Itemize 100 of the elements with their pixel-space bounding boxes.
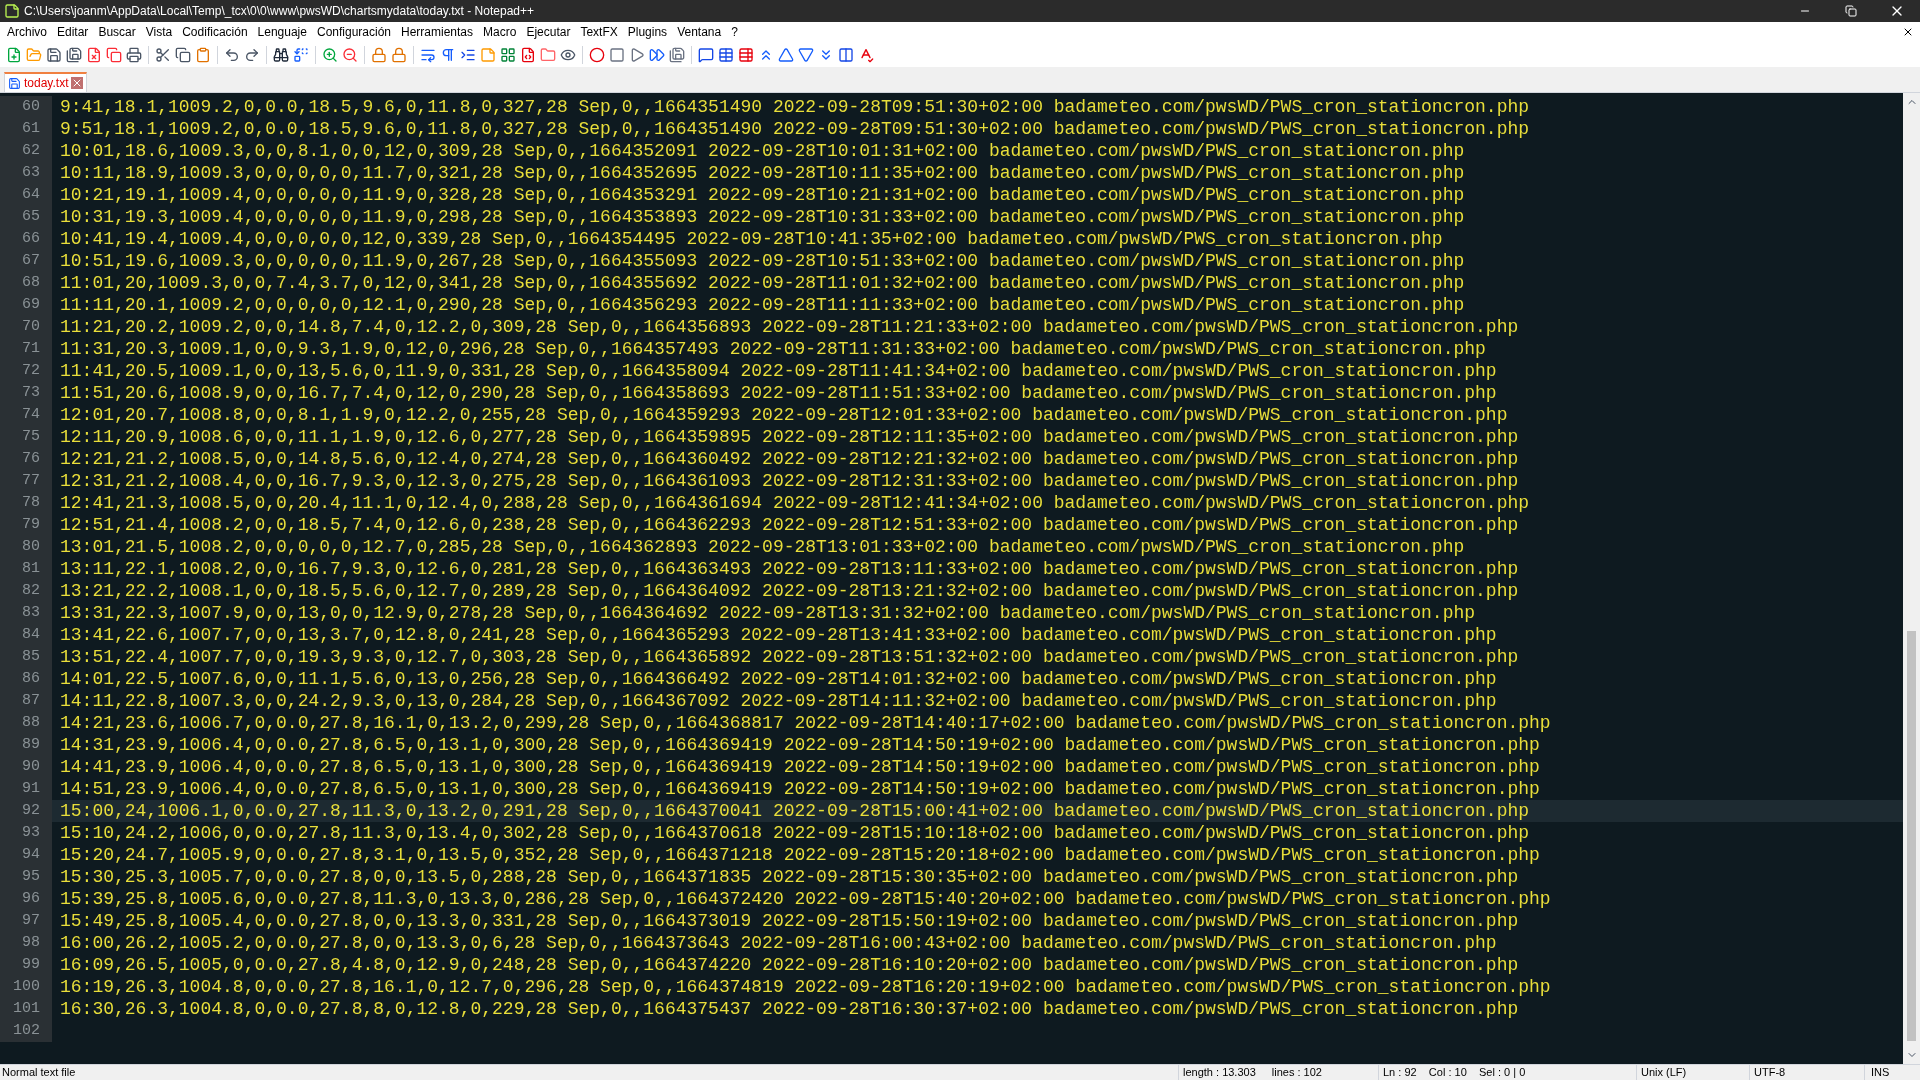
line-number: 93 (0, 822, 52, 844)
code-line: 14:41,23.9,1006.4,0,0.0,27.8,6.5,0,13.1,0,300,28 Sep,0,,1664369419 2022-09-28T14:50:19+02:00 badameteo.com/pwsWD/PWS_cron_stationcron.php (59, 756, 1540, 778)
pilcrow-icon[interactable] (440, 46, 456, 63)
close-all-icon[interactable] (106, 46, 122, 63)
close-document-icon[interactable] (1902, 26, 1914, 38)
code-line: 10:51,19.6,1009.3,0,0,0,0,0,11.9,0,267,28 Sep,0,,1664355093 2022-09-28T10:51:33+02:00 badameteo.com/pwsWD/PWS_cron_stationcron.php (59, 250, 1465, 272)
menu-item[interactable]: Lenguaje (252, 23, 312, 41)
line-number: 86 (0, 668, 52, 690)
save-all-icon[interactable] (66, 46, 82, 63)
down-triangle-icon[interactable] (798, 46, 814, 63)
code-line: 14:31,23.9,1006.4,0,0.0,27.8,6.5,0,13.1,0,300,28 Sep,0,,1664369419 2022-09-28T14:50:19+02:00 badameteo.com/pwsWD/PWS_cron_stationcron.php (59, 734, 1540, 756)
code-line: 14:21,23.6,1006.7,0,0.0,27.8,16.1,0,13.2,0,299,28 Sep,0,,1664368817 2022-09-28T14:40:17+02:00 badameteo.com/pwsWD/PWS_cron_stationcron.php (59, 712, 1551, 734)
code-line: 10:21,19.1,1009.4,0,0,0,0,0,11.9,0,328,28 Sep,0,,1664353291 2022-09-28T10:21:31+02:00 badameteo.com/pwsWD/PWS_cron_stationcron.php (59, 184, 1465, 206)
menu-item[interactable]: Ejecutar (521, 23, 576, 41)
lock-icon[interactable] (371, 46, 387, 63)
line-number: 81 (0, 558, 52, 580)
code-line: 14:11,22.8,1007.3,0,0,24.2,9.3,0,13,0,284,28 Sep,0,,1664367092 2022-09-28T14:11:32+02:00 badameteo.com/pwsWD/PWS_cron_stationcron.php (59, 690, 1497, 712)
code-line: 12:11,20.9,1008.6,0,0,11.1,1.9,0,12.6,0,277,28 Sep,0,,1664359895 2022-09-28T12:11:35+02:00 badameteo.com/pwsWD/PWS_cron_stationcron.php (59, 426, 1519, 448)
line-number: 70 (0, 316, 52, 338)
code-line: 13:11,22.1,1008.2,0,0,16.7,9.3,0,12.6,0,281,28 Sep,0,,1664363493 2022-09-28T13:11:33+02:00 badameteo.com/pwsWD/PWS_cron_stationcron.php (59, 558, 1519, 580)
line-number: 60 (0, 96, 52, 118)
close-icon[interactable] (71, 77, 84, 89)
menu-item[interactable]: ? (726, 23, 743, 41)
file-type: Normal text file (2, 1066, 76, 1079)
menu-item[interactable]: Ventana (672, 23, 727, 41)
line-number: 85 (0, 646, 52, 668)
code-line: 16:19,26.3,1004.8,0,0.0,27.8,16.1,0,12.7,0,296,28 Sep,0,,1664374819 2022-09-28T16:20:19+02:00 badameteo.com/pwsWD/PWS_cron_stationcron.php (59, 976, 1551, 998)
menu-item[interactable]: TextFX (575, 23, 623, 41)
map-icon[interactable] (500, 46, 516, 63)
table-icon[interactable] (738, 46, 754, 63)
menu-item[interactable]: Configuración (311, 23, 396, 41)
line-number: 63 (0, 162, 52, 184)
encoding: UTF-8 (1754, 1066, 1786, 1079)
code-line: 15:30,25.3,1005.7,0,0.0,27.8,0,0,13.5,0,288,28 Sep,0,,1664371835 2022-09-28T15:30:35+02:00 badameteo.com/pwsWD/PWS_cron_stationcron.php (59, 866, 1519, 888)
code-line: 15:00,24,1006.1,0,0.0,27.8,11.3,0,13.2,0,291,28 Sep,0,,1664370041 2022-09-28T15:00:41+02:00 badameteo.com/pwsWD/PWS_cron_stationcron.php (59, 800, 1530, 822)
cursor-position: Ln : 92 Col : 10 Sel : 0 | 0 (1383, 1066, 1526, 1079)
line-number: 87 (0, 690, 52, 712)
record-icon[interactable] (589, 46, 605, 63)
paste-icon[interactable] (195, 46, 211, 63)
menu-item[interactable]: Herramientas (396, 23, 479, 41)
code-line: 13:21,22.2,1008.1,0,0,18.5,5.6,0,12.7,0,289,28 Sep,0,,1664364092 2022-09-28T13:21:32+02:00 badameteo.com/pwsWD/PWS_cron_stationcron.php (59, 580, 1519, 602)
save-icon[interactable] (46, 46, 62, 63)
menu-item[interactable]: Buscar (93, 23, 141, 41)
save-icon (8, 76, 21, 90)
menu-item[interactable]: Plugins (622, 23, 673, 41)
cut-icon[interactable] (155, 46, 171, 63)
code-line: 12:41,21.3,1008.5,0,0,20.4,11.1,0,12.4,0,288,28 Sep,0,,1664361694 2022-09-28T12:41:34+02:00 badameteo.com/pwsWD/PWS_cron_stationcron.php (59, 492, 1530, 514)
function-list-icon[interactable] (520, 46, 536, 63)
undo-icon[interactable] (224, 46, 240, 63)
line-number: 90 (0, 756, 52, 778)
scroll-thumb[interactable] (1907, 631, 1916, 1041)
line-number: 91 (0, 778, 52, 800)
menu-item[interactable]: Codificación (177, 23, 253, 41)
lock-icon[interactable] (391, 46, 407, 63)
code-line: 10:31,19.3,1009.4,0,0,0,0,0,11.9,0,298,28 Sep,0,,1664353893 2022-09-28T10:31:33+02:00 badameteo.com/pwsWD/PWS_cron_stationcron.php (59, 206, 1465, 228)
stop-icon[interactable] (609, 46, 625, 63)
menu-item[interactable]: Vista (140, 23, 178, 41)
line-number: 99 (0, 954, 52, 976)
insert-mode: INS (1871, 1066, 1890, 1079)
menu-item[interactable]: Archivo (2, 23, 52, 41)
line-number: 72 (0, 360, 52, 382)
up-triangle-icon[interactable] (778, 46, 794, 63)
zoom-in-icon[interactable] (322, 46, 338, 63)
menu-item[interactable]: Editar (52, 23, 94, 41)
line-number: 101 (0, 998, 52, 1020)
line-number: 64 (0, 184, 52, 206)
spellcheck-icon[interactable] (858, 46, 874, 63)
line-ending: Unix (LF) (1641, 1066, 1687, 1079)
zoom-out-icon[interactable] (342, 46, 358, 63)
line-number: 100 (0, 976, 52, 998)
code-line: 15:49,25.8,1005.4,0,0.0,27.8,0,0,13.3,0,331,28 Sep,0,,1664373019 2022-09-28T15:50:19+02:00 badameteo.com/pwsWD/PWS_cron_stationcron.php (59, 910, 1519, 932)
app-icon (4, 3, 20, 19)
file-tab[interactable]: today.txt (4, 72, 88, 92)
fast-forward-icon[interactable] (649, 46, 665, 63)
play-icon[interactable] (629, 46, 645, 63)
line-number: 61 (0, 118, 52, 140)
line-number: 76 (0, 448, 52, 470)
comment-icon[interactable] (698, 46, 714, 63)
code-line: 16:00,26.2,1005.2,0,0.0,27.8,0,0,13.3,0,6,28 Sep,0,,1664373643 2022-09-28T16:00:43+02:00 badameteo.com/pwsWD/PWS_cron_stationcron.php (59, 932, 1497, 954)
print-icon[interactable] (126, 46, 142, 63)
lines-count: lines : 102 (1271, 1065, 1322, 1080)
close-file-icon[interactable] (86, 46, 102, 63)
replace-icon[interactable] (293, 46, 309, 63)
code-line: 14:51,23.9,1006.4,0,0.0,27.8,6.5,0,13.1,0,300,28 Sep,0,,1664369419 2022-09-28T14:50:19+02:00 badameteo.com/pwsWD/PWS_cron_stationcron.php (59, 778, 1540, 800)
save-macro-icon[interactable] (669, 46, 685, 63)
code-line: 10:01,18.6,1009.3,0,0,8.1,0,0,12,0,309,28 Sep,0,,1664352091 2022-09-28T10:01:31+02:00 badameteo.com/pwsWD/PWS_cron_stationcron.php (59, 140, 1465, 162)
line-number: 96 (0, 888, 52, 910)
line-number: 80 (0, 536, 52, 558)
code-line: 13:41,22.6,1007.7,0,0,13,3.7,0,12.8,0,241,28 Sep,0,,1664365293 2022-09-28T13:41:33+02:00 badameteo.com/pwsWD/PWS_cron_stationcron.php (59, 624, 1497, 646)
copy-icon[interactable] (175, 46, 191, 63)
redo-icon[interactable] (244, 46, 260, 63)
new-file-icon[interactable] (6, 46, 22, 63)
table-icon[interactable] (718, 46, 734, 63)
code-line: 11:21,20.2,1009.2,0,0,14.8,7.4,0,12.2,0,309,28 Sep,0,,1664356893 2022-09-28T11:21:33+02:00 badameteo.com/pwsWD/PWS_cron_stationcron.php (59, 316, 1519, 338)
search-icon[interactable] (273, 46, 289, 63)
line-number: 89 (0, 734, 52, 756)
line-number: 97 (0, 910, 52, 932)
menu-item[interactable]: Macro (478, 23, 522, 41)
scrollbar[interactable] (1903, 93, 1920, 1064)
columns-icon[interactable] (838, 46, 854, 63)
